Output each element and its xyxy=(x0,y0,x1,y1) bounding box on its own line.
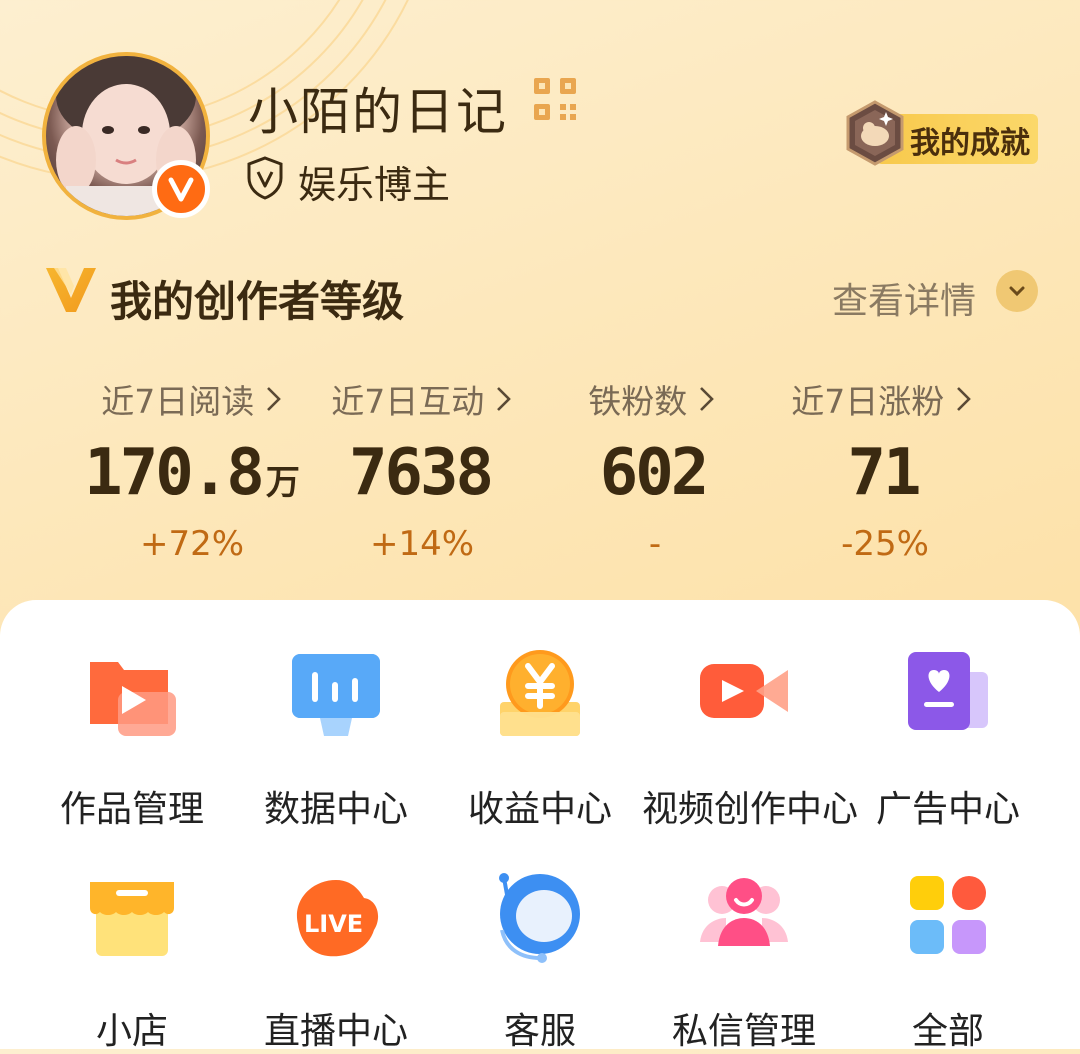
stat-fans-value: 602 xyxy=(599,436,710,510)
yen-coin-icon xyxy=(500,650,580,736)
menu-revenue-center[interactable]: 收益中心 xyxy=(438,648,642,832)
achievement-button[interactable]: 我的成就 xyxy=(842,100,1038,166)
all-apps-icon xyxy=(910,876,986,954)
chevron-right-icon xyxy=(944,382,973,421)
chevron-right-icon xyxy=(687,382,716,421)
menu-shop[interactable]: 小店 xyxy=(30,870,234,1054)
menu-label: 客服 xyxy=(503,1011,576,1052)
qr-code-icon[interactable] xyxy=(532,76,578,122)
menu-label: 广告中心 xyxy=(875,789,1020,830)
ad-book-heart-icon xyxy=(908,652,988,730)
chevron-down-icon[interactable] xyxy=(996,270,1038,312)
v-level-icon xyxy=(46,268,96,312)
stat-new-fans-change: -25% xyxy=(841,524,929,564)
stat-reads-label[interactable]: 近7日阅读 xyxy=(77,375,307,423)
menu-label: 直播中心 xyxy=(263,1011,408,1052)
menu-label: 收益中心 xyxy=(467,789,612,830)
stat-new-fans-label[interactable]: 近7日涨粉 xyxy=(767,375,997,423)
svg-text:LIVE: LIVE xyxy=(304,910,363,938)
view-details-link[interactable]: 查看详情 xyxy=(832,272,976,324)
profile-name: 小陌的日记 xyxy=(248,83,508,141)
video-camera-icon xyxy=(700,664,788,718)
menu-all[interactable]: 全部 xyxy=(846,870,1050,1054)
stat-interactions-value: 7638 xyxy=(348,436,494,510)
chevron-right-icon xyxy=(484,382,513,421)
stat-fans-change: - xyxy=(648,524,662,564)
menu-works-management[interactable]: 作品管理 xyxy=(30,648,234,832)
level-title: 我的创作者等级 xyxy=(110,277,405,326)
menu-label: 视频创作中心 xyxy=(642,789,859,830)
menu-label: 作品管理 xyxy=(59,789,204,830)
menu-label: 全部 xyxy=(911,1011,984,1052)
data-chart-icon xyxy=(292,654,380,736)
stat-new-fans-value: 71 xyxy=(847,436,921,510)
menu-ad-center[interactable]: 广告中心 xyxy=(846,648,1050,832)
stat-reads-value: 170.8 万 xyxy=(84,436,300,510)
menu-customer-service[interactable]: 客服 xyxy=(438,870,642,1054)
stat-fans-label[interactable]: 铁粉数 xyxy=(537,375,767,423)
menu-label: 私信管理 xyxy=(671,1011,816,1052)
menu-data-center[interactable]: 数据中心 xyxy=(234,648,438,832)
stat-interactions-change: +14% xyxy=(369,524,475,564)
chevron-right-icon xyxy=(254,382,283,421)
menu-label: 数据中心 xyxy=(263,789,408,830)
menu-private-message[interactable]: 私信管理 xyxy=(642,870,846,1054)
menu-label: 小店 xyxy=(95,1011,168,1052)
tools-card: 作品管理 数据中心 收益中心 视频创作中心 广告中心 小店 LIVE 直播中心 … xyxy=(0,600,1080,1052)
shield-v-icon xyxy=(247,156,283,200)
customer-service-icon xyxy=(499,873,580,963)
live-icon: LIVE xyxy=(296,880,379,957)
profile-role: 娱乐博主 xyxy=(298,163,451,207)
medal-icon xyxy=(846,100,904,166)
private-message-icon xyxy=(700,878,788,946)
achievement-label: 我的成就 xyxy=(910,126,1030,161)
menu-live-center[interactable]: LIVE 直播中心 xyxy=(234,870,438,1054)
stat-reads-change: +72% xyxy=(139,524,245,564)
menu-video-creation-center[interactable]: 视频创作中心 xyxy=(642,648,859,832)
stat-interactions-label[interactable]: 近7日互动 xyxy=(307,375,537,423)
works-folder-icon xyxy=(90,662,176,736)
shop-icon xyxy=(90,882,174,956)
v-verified-icon xyxy=(152,160,210,218)
